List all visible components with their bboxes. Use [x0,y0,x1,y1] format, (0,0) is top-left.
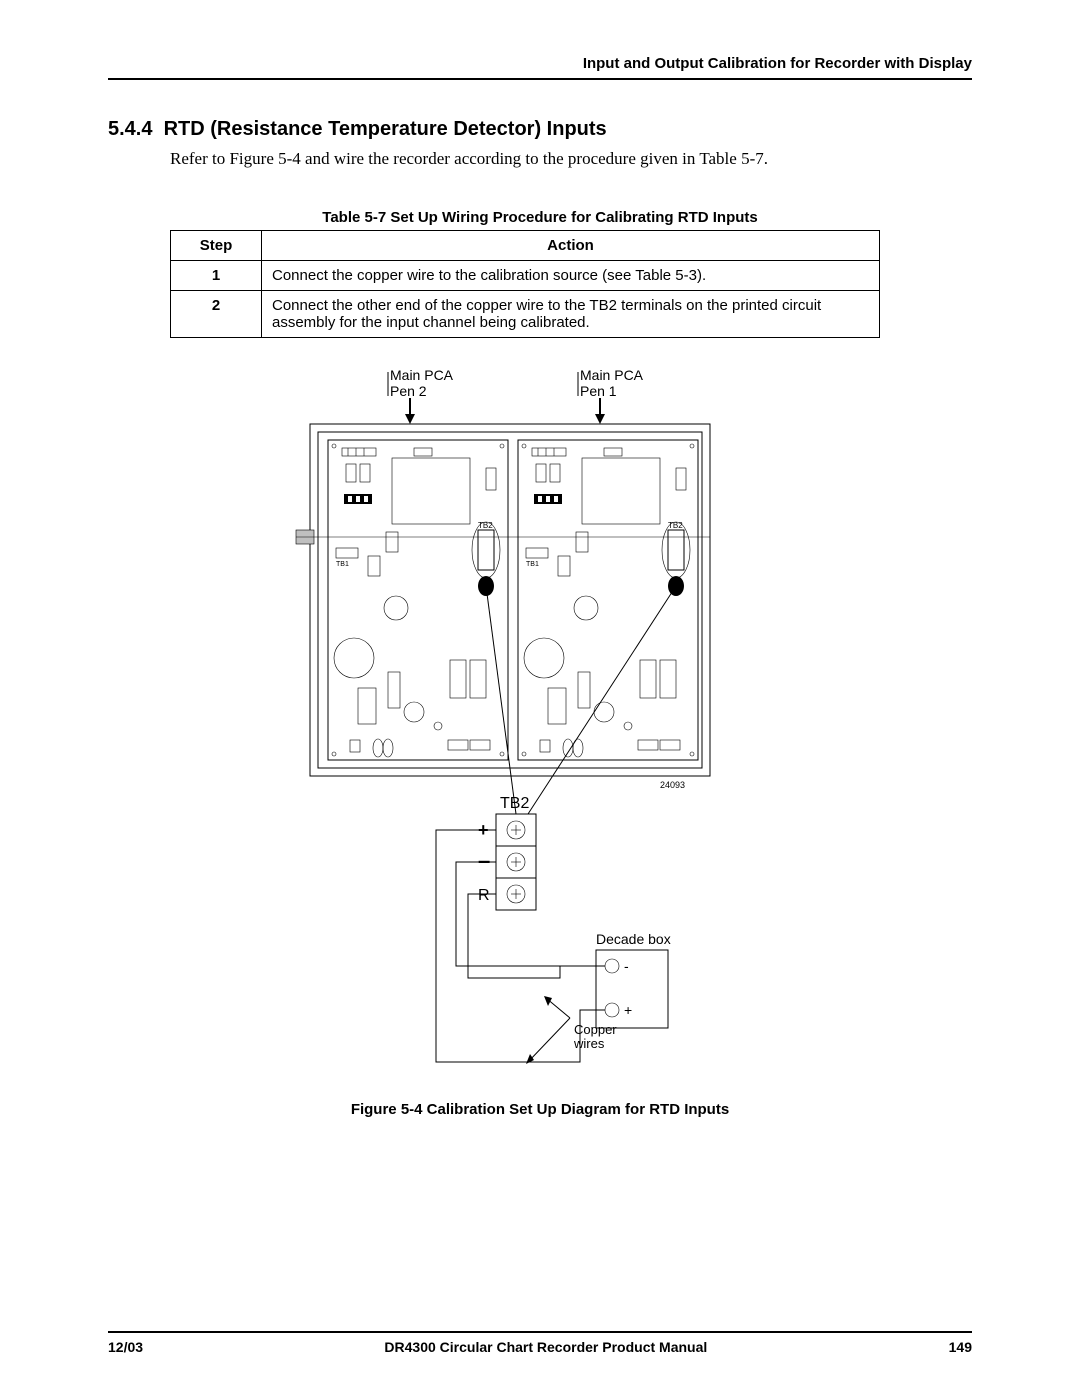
decade-plus: + [624,1002,632,1018]
running-header: Input and Output Calibration for Recorde… [108,55,972,80]
footer-title: DR4300 Circular Chart Recorder Product M… [384,1339,707,1355]
decade-box-label: Decade box [596,931,671,947]
table-row: 2 Connect the other end of the copper wi… [171,291,880,338]
svg-text:TB1: TB1 [336,561,349,568]
section-title: RTD (Resistance Temperature Detector) In… [164,118,607,140]
footer-date: 12/03 [108,1339,143,1355]
table-row: 1 Connect the copper wire to the calibra… [171,261,880,291]
col-action-header: Action [262,231,880,261]
step-number: 2 [171,291,262,338]
section-number: 5.4.4 [108,118,152,140]
footer-page: 149 [949,1339,972,1355]
svg-text:Main PCA: Main PCA [390,367,454,383]
figure-5-4: Main PCA Pen 2 Main PCA Pen 1 [108,362,972,1118]
svg-text:TB1: TB1 [526,561,539,568]
col-step-header: Step [171,231,262,261]
section-heading: 5.4.4 RTD (Resistance Temperature Detect… [108,118,972,141]
pca-left-l1: Main PCA [390,367,454,383]
decade-minus: - [624,958,629,974]
pca-left-l2: Pen 2 [390,383,427,399]
svg-text:TB2: TB2 [668,521,683,530]
tb2-minus: – [478,848,490,873]
svg-text:Main PCA: Main PCA [580,367,644,383]
section-intro: Refer to Figure 5-4 and wire the recorde… [170,149,972,169]
svg-text:TB2: TB2 [478,521,493,530]
table-caption: Table 5-7 Set Up Wiring Procedure for Ca… [108,209,972,226]
svg-text:wires: wires [573,1036,605,1051]
step-number: 1 [171,261,262,291]
tb2-title: TB2 [500,795,529,812]
svg-text:Pen 1: Pen 1 [580,383,617,399]
tb2-r: R [478,887,490,904]
wiring-procedure-table: Step Action 1 Connect the copper wire to… [170,230,880,338]
step-action: Connect the other end of the copper wire… [262,291,880,338]
step-action: Connect the copper wire to the calibrati… [262,261,880,291]
wiring-diagram-svg: Main PCA Pen 2 Main PCA Pen 1 [260,362,820,1082]
svg-text:Pen 2: Pen 2 [390,383,427,399]
svg-text:Copper: Copper [574,1022,617,1037]
page-footer: 12/03 DR4300 Circular Chart Recorder Pro… [108,1331,972,1355]
drawing-number: 24093 [660,780,685,790]
figure-caption: Figure 5-4 Calibration Set Up Diagram fo… [108,1101,972,1118]
